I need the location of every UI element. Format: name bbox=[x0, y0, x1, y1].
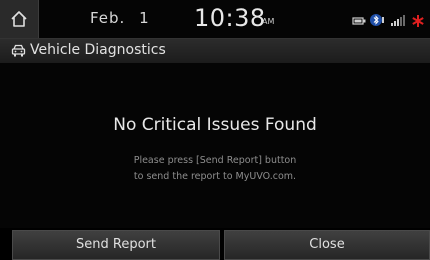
instruction-line-1: Please press [Send Report] button bbox=[133, 155, 297, 166]
vehicle-diagnostics-screen: Feb. 1 10:38 AM Vehicle Diagnostics No C… bbox=[0, 0, 430, 260]
bluetooth-star-icon bbox=[412, 12, 424, 31]
date-display: Feb. 1 bbox=[90, 9, 150, 27]
bluetooth-icon bbox=[369, 12, 385, 31]
result-message: No Critical Issues Found bbox=[113, 115, 317, 135]
close-button[interactable]: Close bbox=[224, 230, 430, 260]
battery-icon bbox=[352, 12, 366, 31]
home-icon bbox=[11, 11, 27, 27]
diagnostics-icon bbox=[11, 43, 26, 62]
signal-icon bbox=[390, 12, 408, 31]
home-button[interactable] bbox=[0, 0, 39, 38]
instruction-line-2: to send the report to MyUVO.com. bbox=[133, 171, 297, 182]
clock-ampm: AM bbox=[262, 17, 275, 26]
diagnostics-result-panel: No Critical Issues Found Please press [S… bbox=[0, 63, 430, 228]
status-bar: Feb. 1 10:38 AM bbox=[0, 0, 430, 38]
clock-time: 10:38 bbox=[194, 4, 266, 32]
button-bar: Send Report Close bbox=[12, 230, 430, 260]
instruction-text: Please press [Send Report] button to sen… bbox=[0, 153, 430, 185]
title-bar: Vehicle Diagnostics bbox=[0, 38, 430, 64]
send-report-button[interactable]: Send Report bbox=[12, 230, 220, 260]
page-title: Vehicle Diagnostics bbox=[30, 42, 166, 58]
